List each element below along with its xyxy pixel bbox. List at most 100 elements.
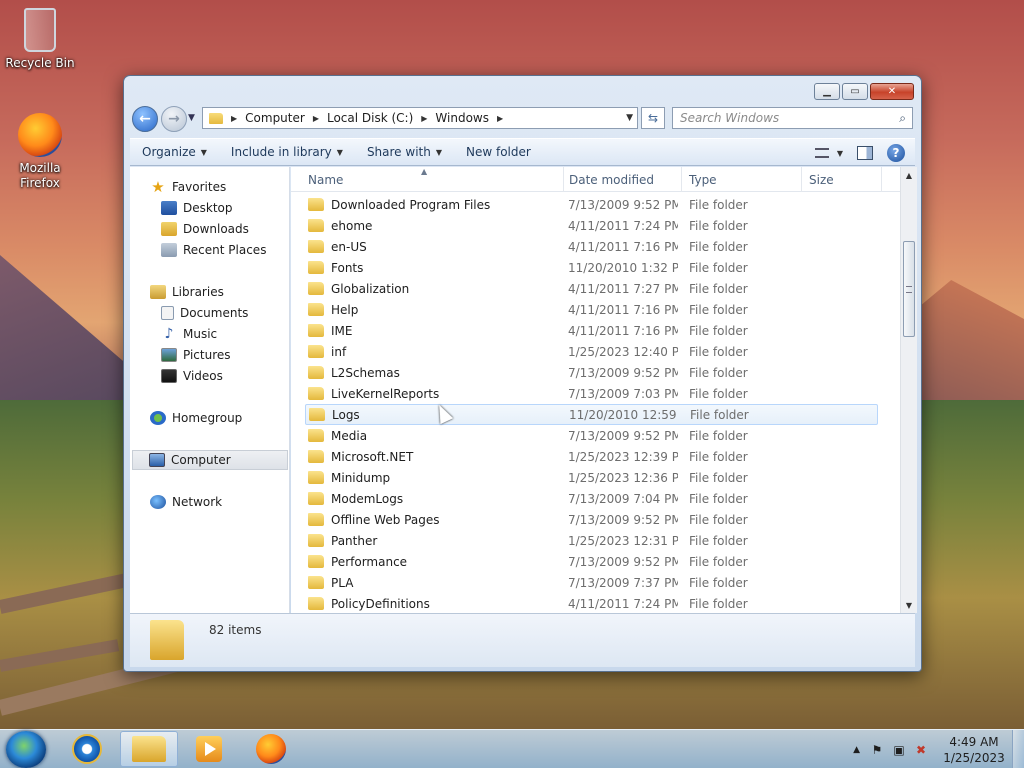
file-row[interactable]: ModemLogs 7/13/2009 7:04 PM File folder	[305, 488, 878, 509]
recent-places-icon	[161, 243, 177, 257]
recent-pages-dropdown[interactable]: ▼	[188, 113, 195, 123]
search-icon[interactable]: ⌕	[899, 111, 906, 126]
taskbar-windows-explorer[interactable]	[120, 731, 178, 767]
scrollbar-thumb[interactable]	[903, 241, 915, 337]
file-type: File folder	[689, 344, 748, 359]
file-name-cell: Minidump	[308, 471, 390, 485]
navigation-pane: ★ Favorites Desktop Downloads Recent Pla…	[130, 167, 290, 613]
file-name: LiveKernelReports	[331, 386, 440, 401]
volume-muted-icon[interactable]: ✖	[914, 743, 928, 757]
column-header-type[interactable]: Type	[682, 167, 802, 192]
file-row[interactable]: Fonts 11/20/2010 1:32 PM File folder	[305, 257, 878, 278]
downloads-icon	[161, 222, 177, 236]
file-row[interactable]: Help 4/11/2011 7:16 PM File folder	[305, 299, 878, 320]
file-type: File folder	[689, 554, 748, 569]
file-row[interactable]: L2Schemas 7/13/2009 9:52 PM File folder	[305, 362, 878, 383]
nav-music[interactable]: ♪ Music	[161, 324, 218, 344]
file-row[interactable]: Media 7/13/2009 9:52 PM File folder	[305, 425, 878, 446]
file-date: 7/13/2009 9:52 PM	[568, 428, 678, 443]
network-icon[interactable]: ▣	[892, 743, 906, 757]
recycle-bin-icon	[24, 8, 56, 52]
file-name-cell: Panther	[308, 534, 377, 548]
file-row[interactable]: IME 4/11/2011 7:16 PM File folder	[305, 320, 878, 341]
nav-pictures[interactable]: Pictures	[161, 345, 231, 365]
refresh-icon: ⇆	[647, 111, 659, 125]
file-date: 4/11/2011 7:24 PM	[568, 218, 678, 233]
start-button[interactable]	[6, 731, 46, 768]
file-row[interactable]: ehome 4/11/2011 7:24 PM File folder	[305, 215, 878, 236]
file-list: Name ▲ Date modified Type Size Downloade…	[291, 167, 900, 613]
file-date: 7/13/2009 9:52 PM	[568, 512, 678, 527]
window-controls: ▁ ▭ ✕	[814, 83, 914, 100]
organize-button[interactable]: Organize ▼	[130, 145, 219, 159]
nav-recent-places[interactable]: Recent Places	[161, 240, 266, 260]
vertical-scrollbar[interactable]: ▲ ▼	[900, 167, 917, 613]
include-in-library-button[interactable]: Include in library ▼	[219, 145, 355, 159]
back-button[interactable]: ←	[132, 106, 158, 132]
refresh-button[interactable]: ⇆	[641, 107, 665, 129]
address-bar[interactable]: ▶ Computer ▶ Local Disk (C:) ▶ Windows ▶…	[202, 107, 638, 129]
file-row[interactable]: Downloaded Program Files 7/13/2009 9:52 P…	[305, 194, 878, 215]
column-header-name[interactable]: Name	[301, 167, 564, 192]
file-row[interactable]: Minidump 1/25/2023 12:36 PM File folder	[305, 467, 878, 488]
file-row[interactable]: Panther 1/25/2023 12:31 PM File folder	[305, 530, 878, 551]
homegroup-icon	[150, 411, 166, 425]
taskbar-media-player[interactable]	[180, 731, 238, 767]
nav-videos[interactable]: Videos	[161, 366, 223, 386]
preview-pane-button[interactable]	[857, 146, 873, 160]
breadcrumb-separator-icon[interactable]: ▶	[313, 114, 319, 123]
forward-button[interactable]: →	[161, 106, 187, 132]
breadcrumb-separator-icon[interactable]: ▶	[421, 114, 427, 123]
search-input[interactable]: Search Windows ⌕	[672, 107, 913, 129]
file-row[interactable]: PLA 7/13/2009 7:37 PM File folder	[305, 572, 878, 593]
file-name-cell: Help	[308, 303, 358, 317]
breadcrumb-separator-icon[interactable]: ▶	[497, 114, 503, 123]
file-row[interactable]: LiveKernelReports 7/13/2009 7:03 PM File f…	[305, 383, 878, 404]
file-row[interactable]: Globalization 4/11/2011 7:27 PM File folde…	[305, 278, 878, 299]
taskbar-firefox[interactable]	[242, 731, 300, 767]
nav-homegroup[interactable]: Homegroup	[150, 408, 242, 428]
minimize-button[interactable]: ▁	[814, 83, 840, 100]
column-header-size[interactable]: Size	[802, 167, 882, 192]
address-dropdown-icon[interactable]: ▼	[626, 113, 633, 123]
action-center-flag-icon[interactable]: ⚑	[870, 743, 884, 757]
change-view-button[interactable]: ▼	[814, 148, 843, 158]
file-row[interactable]: Performance 7/13/2009 9:52 PM File folder	[305, 551, 878, 572]
maximize-button[interactable]: ▭	[842, 83, 868, 100]
file-row[interactable]: inf 1/25/2023 12:40 PM File folder	[305, 341, 878, 362]
close-button[interactable]: ✕	[870, 83, 914, 100]
show-desktop-button[interactable]	[1012, 730, 1024, 768]
desktop-icon-recycle-bin[interactable]: Recycle Bin	[0, 8, 80, 70]
taskbar-internet-explorer[interactable]	[58, 731, 116, 767]
nav-desktop[interactable]: Desktop	[161, 198, 233, 218]
help-button[interactable]: ?	[887, 144, 905, 162]
nav-libraries[interactable]: Libraries	[150, 282, 224, 302]
breadcrumb-local-disk[interactable]: Local Disk (C:)	[327, 111, 413, 125]
file-name: Fonts	[331, 260, 364, 275]
nav-favorites[interactable]: ★ Favorites	[150, 177, 226, 197]
file-row[interactable]: Logs 11/20/2010 12:59 ... File folder	[305, 404, 878, 425]
column-header-date-modified[interactable]: Date modified	[562, 167, 682, 192]
scroll-down-icon[interactable]: ▼	[901, 597, 917, 613]
share-with-button[interactable]: Share with ▼	[355, 145, 454, 159]
breadcrumb-separator-icon[interactable]: ▶	[231, 114, 237, 123]
clock[interactable]: 4:49 AM 1/25/2023	[942, 734, 1006, 766]
desktop-icon-firefox[interactable]: Mozilla Firefox	[0, 113, 80, 191]
folder-icon	[308, 366, 324, 379]
breadcrumb-windows[interactable]: Windows	[435, 111, 489, 125]
file-name: Logs	[332, 407, 360, 422]
nav-network[interactable]: Network	[150, 492, 222, 512]
breadcrumb-computer[interactable]: Computer	[245, 111, 305, 125]
nav-label: Computer	[171, 453, 231, 467]
computer-icon	[149, 453, 165, 467]
file-row[interactable]: Microsoft.NET 1/25/2023 12:39 PM File fold…	[305, 446, 878, 467]
nav-downloads[interactable]: Downloads	[161, 219, 249, 239]
file-row[interactable]: PolicyDefinitions 4/11/2011 7:24 PM File f…	[305, 593, 878, 613]
new-folder-button[interactable]: New folder	[454, 145, 543, 159]
show-hidden-icons-button[interactable]: ▲	[853, 745, 860, 755]
scroll-up-icon[interactable]: ▲	[901, 167, 917, 183]
nav-documents[interactable]: Documents	[161, 303, 248, 323]
file-row[interactable]: Offline Web Pages 7/13/2009 9:52 PM File f…	[305, 509, 878, 530]
nav-computer[interactable]: Computer	[132, 450, 288, 470]
file-row[interactable]: en-US 4/11/2011 7:16 PM File folder	[305, 236, 878, 257]
